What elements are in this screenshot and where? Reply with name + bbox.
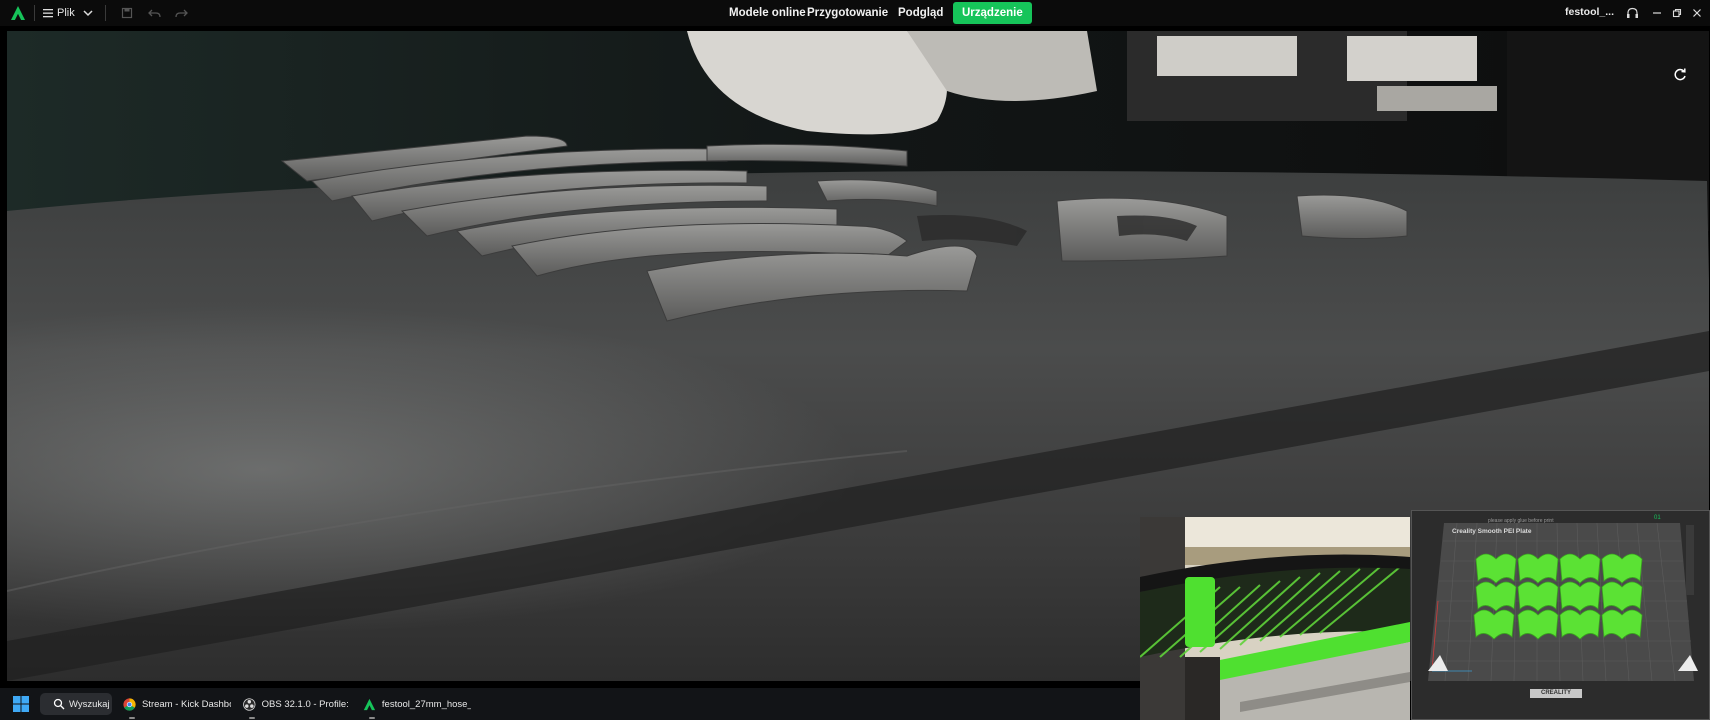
file-menu-label: Plik	[57, 7, 75, 19]
taskbar-item-label: OBS 32.1.0 - Profile: Bez	[261, 698, 351, 710]
secondary-camera-image	[1140, 517, 1410, 720]
hamburger-icon	[43, 9, 53, 18]
running-indicator	[249, 717, 255, 719]
undo-icon[interactable]	[146, 5, 162, 21]
taskbar-item-creality-print[interactable]: festool_27mm_hose_cat	[363, 693, 471, 719]
plate-preview-image	[1412, 511, 1709, 719]
restore-icon[interactable]	[1670, 5, 1684, 21]
minimize-icon[interactable]	[1650, 5, 1664, 21]
obs-icon	[243, 697, 256, 711]
chevron-down-icon[interactable]	[80, 5, 96, 21]
divider	[105, 5, 106, 21]
chrome-icon	[123, 697, 136, 711]
plate-preview-thumbnail[interactable]: please apply glue before print Creality …	[1411, 510, 1710, 720]
title-bar: Plik Modele online Przygotowanie Podgląd…	[0, 0, 1710, 26]
save-icon[interactable]	[119, 5, 135, 21]
divider	[34, 5, 35, 21]
refresh-icon[interactable]	[1672, 67, 1688, 83]
support-icon[interactable]	[1625, 5, 1639, 21]
plate-number: 01	[1654, 515, 1661, 521]
plate-title: Creality Smooth PEI Plate	[1452, 528, 1532, 535]
windows-start-icon[interactable]	[13, 696, 29, 712]
search-label: Wyszukaj	[69, 698, 110, 710]
taskbar-search[interactable]: Wyszukaj	[40, 693, 112, 715]
creality-print-icon	[363, 698, 376, 710]
tab-preview[interactable]: Podgląd	[898, 2, 943, 24]
running-indicator	[129, 717, 135, 719]
close-icon[interactable]	[1690, 5, 1704, 21]
taskbar-item-obs[interactable]: OBS 32.1.0 - Profile: Bez	[243, 693, 351, 719]
tab-prepare[interactable]: Przygotowanie	[807, 2, 888, 24]
redo-icon[interactable]	[173, 5, 189, 21]
plate-header-text: please apply glue before print	[1488, 518, 1554, 524]
file-menu-button[interactable]: Plik	[42, 4, 75, 22]
plate-brand-logo: CREALITY	[1530, 689, 1582, 698]
taskbar-item-label: festool_27mm_hose_cat	[381, 698, 471, 710]
tab-device[interactable]: Urządzenie	[953, 2, 1032, 24]
account-name[interactable]: festool_...	[1565, 6, 1614, 18]
taskbar: Wyszukaj Stream - Kick Dashboan OBS 32.1…	[0, 688, 1140, 720]
tab-online-models[interactable]: Modele online	[729, 2, 806, 24]
taskbar-item-label: Stream - Kick Dashboan	[141, 698, 231, 710]
taskbar-item-chrome[interactable]: Stream - Kick Dashboan	[123, 693, 231, 719]
secondary-camera-thumbnail[interactable]	[1140, 517, 1410, 720]
app-logo-icon	[11, 6, 25, 20]
search-icon	[53, 698, 65, 710]
running-indicator	[369, 717, 375, 719]
